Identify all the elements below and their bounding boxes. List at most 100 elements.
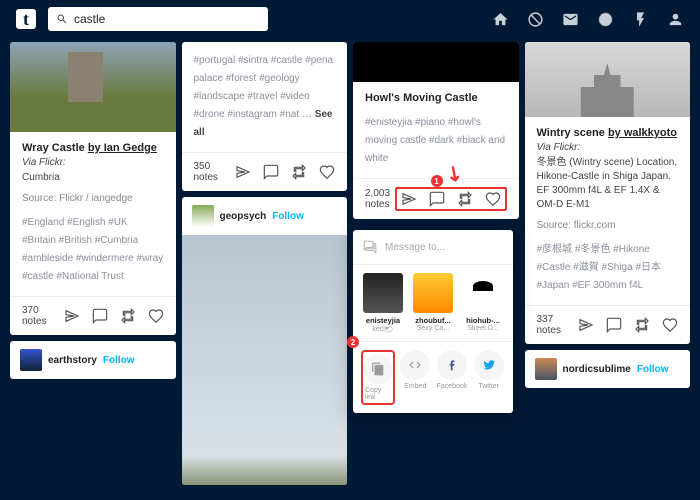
post-image[interactable] <box>10 42 176 132</box>
post-title: Wintry scene by walkkyoto <box>537 127 679 139</box>
reblog-icon[interactable] <box>457 191 473 207</box>
share-popover: Message to... enisteyjia keci🐑 zhoubuf..… <box>353 230 513 413</box>
embed-icon <box>408 358 422 372</box>
post-tags[interactable]: #enisteyjia #piano #howl's moving castle… <box>365 114 507 168</box>
reblog-icon[interactable] <box>634 317 650 333</box>
feed: Wray Castle by Ian Gedge Via Flickr: Cum… <box>0 38 700 500</box>
reblog-icon[interactable] <box>291 164 307 180</box>
post-title: Wray Castle by Ian Gedge <box>22 142 164 154</box>
share-icon[interactable] <box>235 164 251 180</box>
post-actions <box>64 308 164 324</box>
share-embed[interactable]: Embed <box>399 350 432 405</box>
via-label: Via Flickr: <box>537 142 679 153</box>
username[interactable]: nordicsublime <box>563 364 631 375</box>
author-link[interactable]: by walkkyoto <box>608 127 677 139</box>
username[interactable]: geopsych <box>220 211 267 222</box>
share-label: Twitter <box>478 383 499 390</box>
follow-button[interactable]: Follow <box>637 364 669 375</box>
nav-icons <box>492 11 684 28</box>
reply-icon[interactable] <box>429 191 445 207</box>
share-icon[interactable] <box>578 317 594 333</box>
post-howl: Howl's Moving Castle #enisteyjia #piano … <box>353 42 519 219</box>
share-twitter[interactable]: Twitter <box>472 350 505 405</box>
share-user-name: zhoubuf... <box>411 316 455 325</box>
avatar[interactable] <box>20 349 42 371</box>
share-users-row: enisteyjia keci🐑 zhoubuf... Sexy Ca... h… <box>353 265 513 342</box>
reply-icon[interactable] <box>606 317 622 333</box>
post-geopsych: geopsych Follow <box>182 197 348 485</box>
messaging-icon[interactable] <box>597 11 614 28</box>
follow-button[interactable]: Follow <box>272 211 304 222</box>
message-to-row[interactable]: Message to... <box>353 230 513 265</box>
search-icon <box>56 13 68 25</box>
like-icon[interactable] <box>485 191 501 207</box>
post-earthstory: earthstory Follow <box>10 341 176 379</box>
share-user-sub: keci🐑 <box>361 325 405 333</box>
tumblr-logo[interactable]: t <box>16 9 36 29</box>
share-user-name: hiohub-... <box>461 316 505 325</box>
avatar[interactable] <box>192 205 214 227</box>
share-label: Copy link <box>365 387 391 401</box>
share-user-sub: Street D... <box>461 325 505 332</box>
post-title: Howl's Moving Castle <box>365 92 507 104</box>
share-facebook[interactable]: Facebook <box>436 350 469 405</box>
header: t <box>0 0 700 38</box>
like-icon[interactable] <box>319 164 335 180</box>
copylink-icon <box>371 362 385 376</box>
explore-icon[interactable] <box>527 11 544 28</box>
post-image[interactable] <box>525 42 691 117</box>
notes-count[interactable]: 370 notes <box>22 305 64 327</box>
post-tags[interactable]: #彦根城 #冬景色 #Hikone #Castle #滋賀 #Shiga #日本… <box>537 241 679 295</box>
reply-icon[interactable] <box>92 308 108 324</box>
post-source: Source: Flickr / iangedge <box>22 193 164 204</box>
like-icon[interactable] <box>662 317 678 333</box>
post-nordicsublime: nordicsublime Follow <box>525 350 691 388</box>
search-bar[interactable] <box>48 7 268 31</box>
notes-count[interactable]: 350 notes <box>194 161 236 183</box>
share-user-name: enisteyjia <box>361 316 405 325</box>
username[interactable]: earthstory <box>48 355 97 366</box>
reply-icon[interactable] <box>263 164 279 180</box>
avatar[interactable] <box>535 358 557 380</box>
follow-button[interactable]: Follow <box>103 355 135 366</box>
share-user-sub: Sexy Ca... <box>411 325 455 332</box>
home-icon[interactable] <box>492 11 509 28</box>
post-wray-castle: Wray Castle by Ian Gedge Via Flickr: Cum… <box>10 42 176 335</box>
post-image[interactable] <box>182 235 348 485</box>
share-icon[interactable] <box>64 308 80 324</box>
post-wintry: Wintry scene by walkkyoto Via Flickr: 冬景… <box>525 42 691 344</box>
author-link[interactable]: by Ian Gedge <box>88 142 157 154</box>
annotation-badge-2: 2 <box>347 336 359 348</box>
share-icon[interactable] <box>401 191 417 207</box>
notes-count[interactable]: 2,003 notes <box>365 188 395 210</box>
post-tags[interactable]: #portugal #sintra #castle #pena palace #… <box>194 52 336 142</box>
message-placeholder: Message to... <box>385 242 445 253</box>
post-description: 冬景色 (Wintry scene) Location, Hikone-Cast… <box>537 156 679 212</box>
message-icon <box>363 240 377 254</box>
post-portugal: #portugal #sintra #castle #pena palace #… <box>182 42 348 191</box>
avatar <box>413 273 453 313</box>
post-tags[interactable]: #England #English #UK #Britain #British … <box>22 214 164 286</box>
avatar <box>363 273 403 313</box>
share-copylink[interactable]: Copy link <box>361 350 395 405</box>
share-label: Facebook <box>437 383 468 390</box>
post-source: Source: flickr.com <box>537 220 679 231</box>
inbox-icon[interactable] <box>562 11 579 28</box>
share-user[interactable]: zhoubuf... Sexy Ca... <box>411 273 455 333</box>
activity-icon[interactable] <box>632 11 649 28</box>
share-social-row: 2 Copy link Embed Facebook Twitter <box>353 342 513 413</box>
reblog-icon[interactable] <box>120 308 136 324</box>
notes-count[interactable]: 337 notes <box>537 314 579 336</box>
search-input[interactable] <box>74 12 260 26</box>
share-user[interactable]: enisteyjia keci🐑 <box>361 273 405 333</box>
twitter-icon <box>482 358 496 372</box>
like-icon[interactable] <box>148 308 164 324</box>
post-image[interactable] <box>353 42 519 82</box>
post-description: Cumbria <box>22 171 164 185</box>
share-label: Embed <box>404 383 426 390</box>
post-actions-highlighted <box>395 187 507 211</box>
account-icon[interactable] <box>667 11 684 28</box>
via-label: Via Flickr: <box>22 157 164 168</box>
facebook-icon <box>445 358 459 372</box>
share-user[interactable]: hiohub-... Street D... <box>461 273 505 333</box>
